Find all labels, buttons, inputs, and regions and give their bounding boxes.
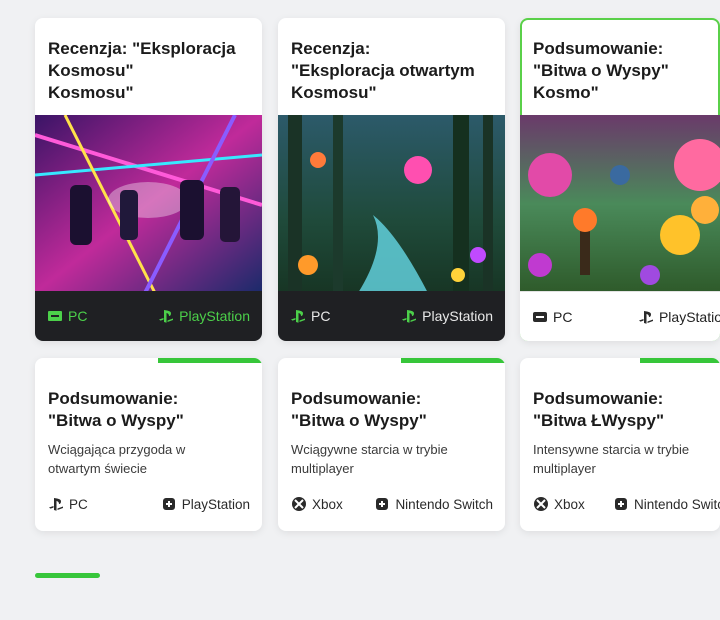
platform-list: Xbox Nintendo Switch [291, 496, 493, 512]
xbox-icon [291, 496, 307, 512]
review-card-2[interactable]: Recenzja: "Eksploracja otwartym Kosmosu"… [278, 18, 505, 341]
card-title: Recenzja: "Eksploracja otwartym Kosmosu" [291, 39, 475, 102]
playstation-icon [638, 309, 654, 325]
card-title: Podsumowanie: "Bitwa o Wyspy" [48, 389, 184, 430]
playstation-icon [158, 308, 174, 324]
summary-card-3[interactable]: Podsumowanie: "Bitwa ŁWyspy" Intensywne … [520, 358, 720, 531]
playstation-icon [401, 308, 417, 324]
game-artwork-image [278, 115, 505, 293]
review-card-3[interactable]: Podsumowanie: "Bitwa o Wyspy" Kosmo" PC [520, 18, 720, 341]
card-title: Podsumowanie: "Bitwa o Wyspy" [291, 389, 427, 430]
platform-nintendo-switch[interactable]: Nintendo Switch [374, 496, 493, 512]
summary-card-1[interactable]: Podsumowanie: "Bitwa o Wyspy" Wciągająca… [35, 358, 262, 531]
platform-playstation[interactable]: PlayStatio [638, 309, 720, 325]
platform-label: PC [68, 308, 88, 324]
monitor-icon [532, 309, 548, 325]
nintendo-switch-icon [374, 496, 390, 512]
platform-list: Xbox Nintendo Switc [533, 496, 720, 512]
platform-label: Nintendo Switc [633, 496, 720, 512]
platform-label: PlayStation [181, 496, 250, 512]
card-description: Wciągywne starcia w trybie multiplayer [291, 442, 448, 476]
playstation-icon [290, 308, 306, 324]
accent-bar [401, 358, 505, 363]
card-description: Intensywne starcia w trybie multiplayer [533, 442, 690, 476]
platform-pc[interactable]: PC [532, 309, 572, 325]
platform-xbox[interactable]: Xbox [533, 496, 585, 512]
summary-card-2[interactable]: Podsumowanie: "Bitwa o Wyspy" Wciągywne … [278, 358, 505, 531]
card-title: Recenzja: "Eksploracja Kosmosu" Kosmosu" [48, 39, 236, 102]
monitor-icon [47, 308, 63, 324]
platform-list: PC PlayStation [48, 496, 250, 512]
card-title: Podsumowanie: "Bitwa o Wyspy" Kosmo" [533, 39, 669, 102]
platform-label: Xbox [554, 496, 585, 512]
platform-label: PlayStation [179, 308, 250, 324]
accent-bar [158, 358, 262, 363]
platform-playstation[interactable]: PlayStation [158, 308, 250, 324]
platform-label: PlayStation [422, 308, 493, 324]
platform-label: PC [311, 308, 331, 324]
playstation-icon [48, 496, 64, 512]
platform-label: PC [69, 496, 88, 512]
platform-bar: PC PlayStation [35, 291, 262, 341]
nintendo-switch-icon [613, 496, 629, 512]
review-card-1[interactable]: Recenzja: "Eksploracja Kosmosu" Kosmosu"… [35, 18, 262, 341]
xbox-icon [533, 496, 549, 512]
platform-label: Xbox [312, 496, 343, 512]
platform-xbox[interactable]: Xbox [291, 496, 343, 512]
platform-pc[interactable]: PC [48, 496, 88, 512]
platform-pc[interactable]: PC [290, 308, 330, 324]
card-description: Wciągająca przygoda w otwartym świecie [48, 442, 186, 476]
platform-bar: PC PlayStation [278, 291, 505, 341]
platform-label: Nintendo Switch [395, 496, 493, 512]
nintendo-switch-icon [161, 496, 177, 512]
accent-bar [640, 358, 720, 363]
loading-indicator [35, 573, 100, 578]
platform-playstation[interactable]: PlayStation [401, 308, 493, 324]
platform-playstation[interactable]: PlayStation [161, 496, 250, 512]
game-artwork-image [35, 115, 262, 293]
platform-pc[interactable]: PC [47, 308, 87, 324]
card-title: Podsumowanie: "Bitwa ŁWyspy" [533, 389, 665, 430]
game-artwork-image [520, 115, 720, 293]
platform-nintendo-switch[interactable]: Nintendo Switc [613, 496, 720, 512]
platform-bar: PC PlayStatio [520, 291, 720, 341]
platform-label: PC [553, 308, 573, 325]
platform-label: PlayStatio [658, 308, 720, 325]
